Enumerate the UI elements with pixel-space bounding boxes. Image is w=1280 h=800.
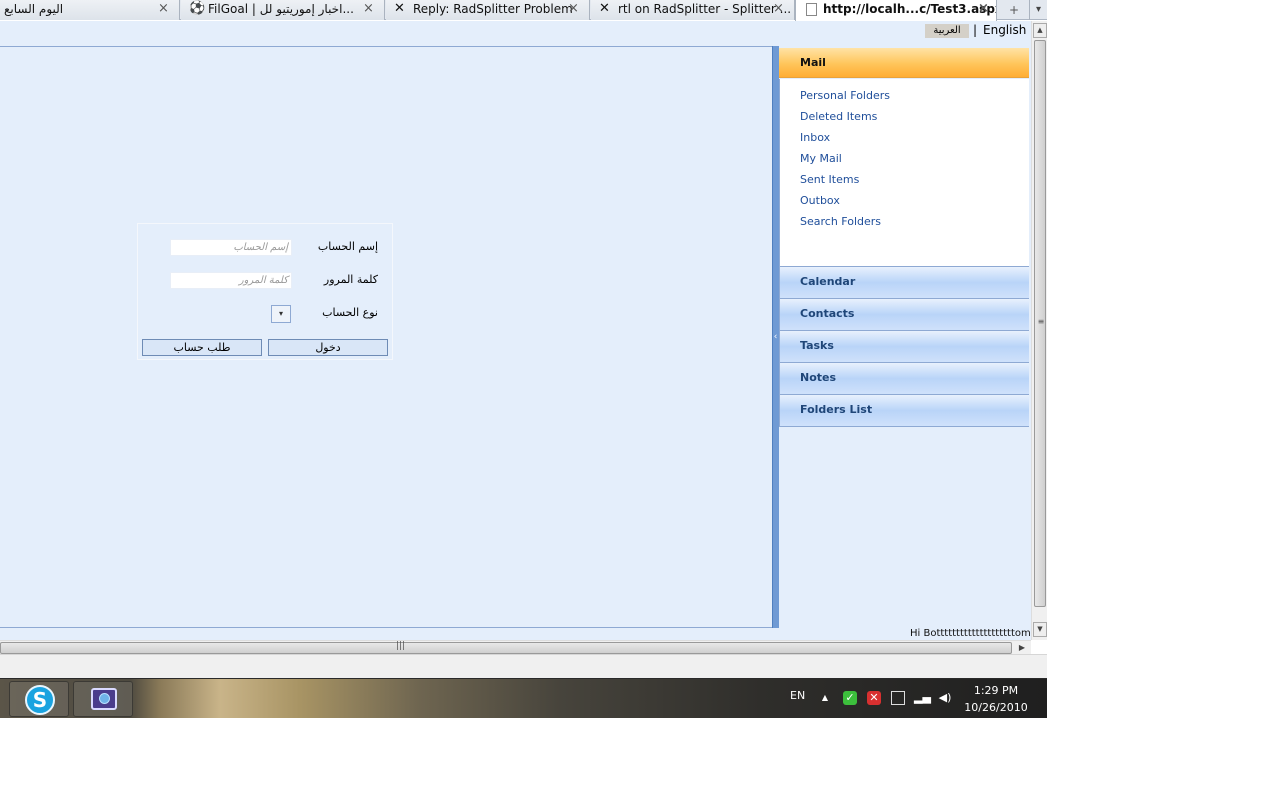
footer-text: Hi Bottttttttttttttttttttom (910, 628, 1030, 639)
taskbar-app-button[interactable] (73, 681, 133, 717)
panel-header-calendar[interactable]: Calendar (779, 266, 1029, 298)
folder-search-folders[interactable]: Search Folders (800, 215, 881, 228)
tab-title: اليوم السابع (4, 2, 64, 16)
close-icon[interactable]: × (978, 1, 989, 16)
tab-title: http://localh...c/Test3.aspx (823, 2, 997, 16)
folder-deleted-items[interactable]: Deleted Items (800, 110, 877, 123)
skype-icon: S (25, 685, 55, 715)
antivirus-icon[interactable]: ✕ (867, 691, 881, 705)
power-plug-icon[interactable] (891, 691, 905, 705)
close-icon[interactable]: × (773, 1, 784, 16)
speaker-volume-icon[interactable]: ◀) (938, 691, 952, 705)
clock-time[interactable]: 1:29 PM (958, 684, 1034, 697)
vertical-scrollbar[interactable]: ▲ ≡ ▼ (1031, 21, 1047, 640)
close-icon[interactable]: × (568, 1, 579, 16)
language-bar: العربية | English (0, 21, 1031, 40)
taskbar: S EN ▲ ✓ ✕ ▂▄ ◀) 1:29 PM 10/26/2010 (0, 678, 1047, 718)
network-signal-icon[interactable]: ▂▄ (914, 691, 931, 705)
language-separator: | (973, 23, 978, 37)
close-icon[interactable]: × (158, 1, 169, 16)
grip-icon: ≡ (1037, 317, 1045, 326)
folder-my-mail[interactable]: My Mail (800, 152, 842, 165)
browser-tab-strip: اليوم السابع × ⚽ FilGoal | اخبار إموريتي… (0, 0, 1047, 21)
close-icon[interactable]: × (363, 1, 374, 16)
tab-title: Reply: RadSplitter Problem (413, 2, 573, 16)
panel-header-contacts[interactable]: Contacts (779, 298, 1029, 330)
language-english-link[interactable]: English (983, 23, 1026, 37)
security-shield-icon[interactable]: ✓ (843, 691, 857, 705)
scroll-right-icon[interactable]: ▶ (1015, 642, 1029, 654)
folder-sent-items[interactable]: Sent Items (800, 173, 859, 186)
folder-outbox[interactable]: Outbox (800, 194, 840, 207)
web-page: العربية | English إسم الحساب إسم الحساب … (0, 21, 1031, 640)
outlook-panel: Mail Personal Folders Deleted Items Inbo… (779, 46, 1029, 628)
username-input[interactable]: إسم الحساب (170, 239, 292, 256)
panel-header-mail[interactable]: Mail (779, 48, 1029, 78)
page-icon (806, 3, 817, 16)
horizontal-scroll-thumb[interactable]: ||| (0, 641, 1012, 654)
horizontal-scrollbar[interactable]: ||| ▶ (0, 640, 1031, 654)
collapse-arrow-icon[interactable]: ‹ (772, 331, 779, 343)
tab-localhost-test3[interactable]: http://localh...c/Test3.aspx × (795, 0, 997, 21)
panel-divider (779, 426, 1029, 427)
folder-personal-folders[interactable]: Personal Folders (800, 89, 890, 102)
taskbar-skype-button[interactable]: S (9, 681, 69, 717)
tab-list-dropdown-icon[interactable]: ▾ (1029, 0, 1047, 20)
telerik-icon: ✕ (394, 1, 405, 16)
scroll-down-icon[interactable]: ▼ (1033, 622, 1047, 637)
login-form: إسم الحساب إسم الحساب كلمة المرور كلمة ا… (137, 223, 393, 360)
vertical-scroll-thumb[interactable]: ≡ (1034, 40, 1046, 607)
account-type-select[interactable]: ▾ (271, 305, 291, 323)
language-arabic-link[interactable]: العربية (925, 24, 969, 38)
grip-icon: ||| (396, 641, 406, 651)
login-button[interactable]: دخول (268, 339, 388, 356)
tray-language[interactable]: EN (790, 689, 805, 702)
tab-filgoal[interactable]: ⚽ FilGoal | اخبار إموريتيو لل... × (181, 0, 385, 20)
tab-youm7[interactable]: اليوم السابع × (0, 0, 180, 20)
tab-radsplitter-reply[interactable]: ✕ Reply: RadSplitter Problem × (386, 0, 590, 20)
panel-header-folders-list[interactable]: Folders List (779, 394, 1029, 426)
panel-header-tasks[interactable]: Tasks (779, 330, 1029, 362)
clock-date[interactable]: 10/26/2010 (958, 701, 1034, 714)
network-app-icon (91, 688, 117, 710)
telerik-icon: ✕ (599, 1, 610, 16)
panel-header-notes[interactable]: Notes (779, 362, 1029, 394)
soccer-ball-icon: ⚽ (189, 1, 206, 16)
password-input[interactable]: كلمة المرور (170, 272, 292, 289)
show-hidden-icons-icon[interactable]: ▲ (818, 691, 832, 705)
mail-folder-list: Personal Folders Deleted Items Inbox My … (779, 79, 1029, 266)
password-label: كلمة المرور (323, 273, 378, 286)
username-label: إسم الحساب (317, 240, 378, 253)
tab-title: FilGoal | اخبار إموريتيو لل... (208, 2, 354, 16)
folder-inbox[interactable]: Inbox (800, 131, 830, 144)
content-pane: إسم الحساب إسم الحساب كلمة المرور كلمة ا… (0, 46, 775, 628)
request-account-button[interactable]: طلب حساب (142, 339, 262, 356)
status-bar (0, 654, 1047, 678)
new-tab-button[interactable]: + (1001, 0, 1027, 20)
account-type-label: نوع الحساب (322, 306, 378, 319)
scroll-up-icon[interactable]: ▲ (1033, 23, 1047, 38)
chevron-down-icon: ▾ (278, 309, 283, 318)
tab-title: rtl on RadSplitter - Splitter ... (618, 2, 792, 16)
tab-rtl-radsplitter[interactable]: ✕ rtl on RadSplitter - Splitter ... × (591, 0, 795, 20)
screen: اليوم السابع × ⚽ FilGoal | اخبار إموريتي… (0, 0, 1047, 718)
